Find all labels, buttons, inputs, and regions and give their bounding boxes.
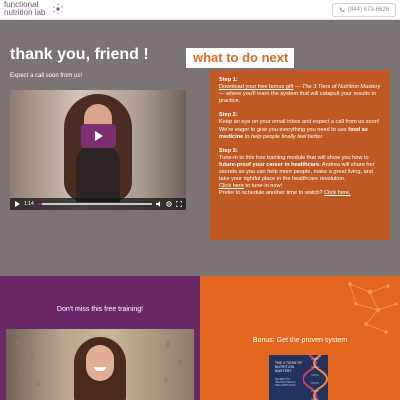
step-2-italic: to help people finally feel better. bbox=[243, 133, 324, 140]
video-controls: 1:14 bbox=[10, 198, 186, 210]
dna-helix-icon bbox=[303, 355, 328, 400]
schedule-link[interactable]: Click here. bbox=[324, 190, 350, 196]
top-header: functional nutrition lab (844) 673-6626 bbox=[0, 0, 400, 20]
decor-drop bbox=[166, 341, 170, 347]
step-3-text: Tune-in to this free training module tha… bbox=[219, 154, 369, 161]
training-heading: Don't miss this free training! bbox=[56, 306, 144, 313]
step-1-text: — where you'll learn the system that wil… bbox=[219, 91, 376, 105]
bonus-section: Bonus: Get the proven system THE 3 TIERS… bbox=[200, 276, 400, 400]
decor-drop bbox=[36, 381, 40, 387]
video-time: 1:14 bbox=[24, 201, 34, 207]
download-gift-link[interactable]: Download your free bonus gift bbox=[219, 84, 293, 90]
trainer-face bbox=[86, 345, 114, 381]
schedule-text: Prefer to schedule another time to watch… bbox=[219, 190, 325, 197]
bonus-heading: Bonus: Get the proven system bbox=[252, 337, 348, 344]
logo[interactable]: functional nutrition lab bbox=[4, 1, 64, 19]
tune-in-text: to tune-in now! bbox=[243, 183, 283, 190]
thank-you-page: functional nutrition lab (844) 673-6626 … bbox=[0, 0, 400, 400]
network-decor-icon bbox=[348, 282, 398, 334]
video-progress-bar[interactable] bbox=[37, 203, 152, 205]
page-title: thank you, friend ! bbox=[10, 46, 149, 63]
gift-title: The 3 Tiers of Nutrition Mastery bbox=[302, 84, 381, 91]
step-1-label: Step 1: bbox=[219, 77, 238, 83]
play-icon bbox=[95, 131, 103, 141]
decor-drop bbox=[30, 353, 34, 359]
settings-icon[interactable] bbox=[166, 201, 172, 207]
step-1-dash: — bbox=[293, 84, 303, 91]
book-subtitle: SECRETS TO HELPING PEOPLE HEAL WITH FOOD bbox=[275, 378, 296, 387]
decor-drop bbox=[18, 369, 22, 375]
volume-icon[interactable] bbox=[156, 201, 162, 207]
decor-drop bbox=[16, 339, 20, 345]
presenter-body bbox=[76, 146, 120, 202]
training-video[interactable] bbox=[6, 329, 194, 400]
decor-drop bbox=[178, 359, 182, 365]
training-section: Don't miss this free training! bbox=[0, 276, 200, 400]
fullscreen-icon[interactable] bbox=[176, 201, 182, 207]
decor-drop bbox=[164, 377, 168, 383]
step-3-emphasis: future-proof your career in healthcare. bbox=[219, 161, 321, 168]
tune-in-link[interactable]: Click here bbox=[219, 183, 244, 189]
bonus-book-cover[interactable]: THE 3 TIERS OF NUTRITION MASTERY SECRETS… bbox=[269, 355, 328, 400]
page-subtitle: Expect a call soon from us! bbox=[10, 73, 83, 79]
phone-button[interactable]: (844) 673-6626 bbox=[331, 3, 396, 17]
next-steps-title: what to do next bbox=[186, 48, 294, 68]
phone-number: (844) 673-6626 bbox=[347, 7, 389, 13]
logo-dots-icon bbox=[53, 3, 63, 15]
step-2-label: Step 2: bbox=[219, 112, 238, 119]
play-small-icon[interactable] bbox=[14, 201, 20, 207]
book-title: THE 3 TIERS OF NUTRITION MASTERY bbox=[275, 361, 303, 373]
next-steps-body: Step 1: Download your free bonus gift — … bbox=[219, 77, 384, 204]
phone-icon bbox=[339, 7, 345, 12]
step-3-label: Step 3: bbox=[219, 147, 238, 154]
play-button[interactable] bbox=[81, 124, 116, 148]
welcome-video[interactable]: 1:14 bbox=[10, 90, 186, 210]
video-progress-fill bbox=[37, 203, 43, 205]
